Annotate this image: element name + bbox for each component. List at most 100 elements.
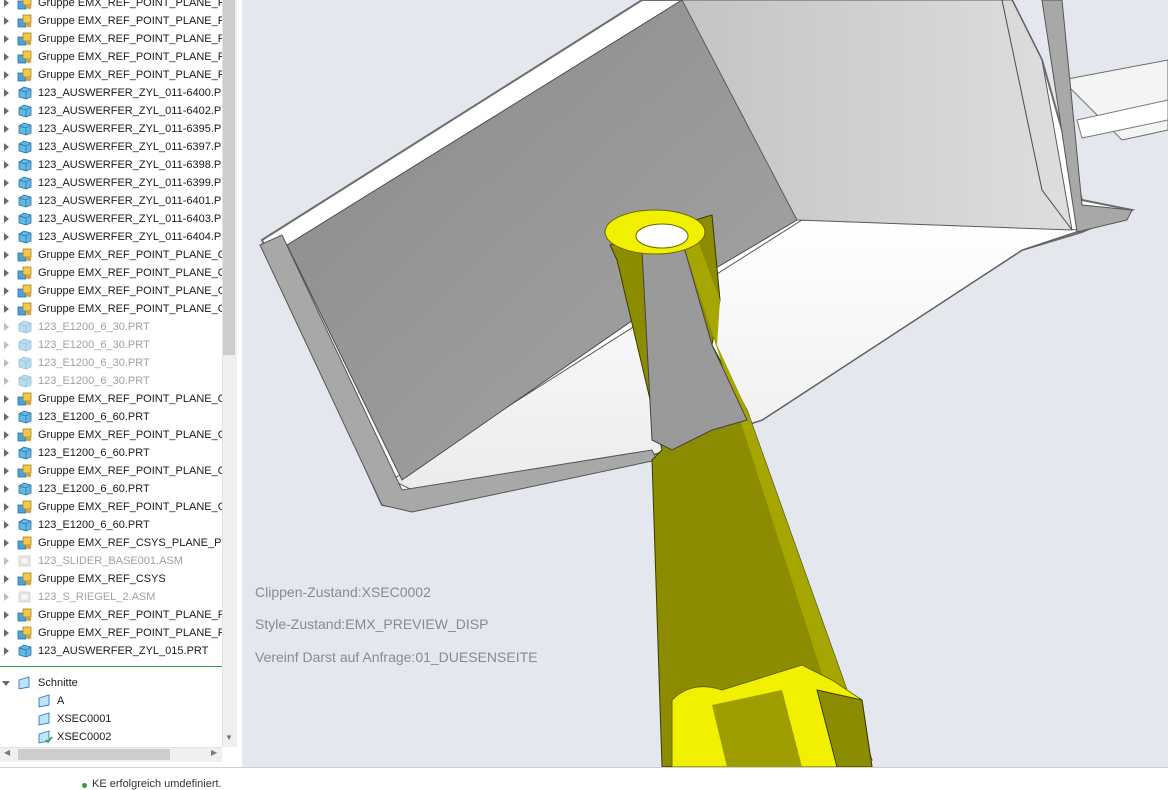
section-item[interactable]: XSEC0001	[0, 710, 222, 728]
expand-arrow-icon[interactable]	[4, 125, 9, 133]
expand-arrow-icon[interactable]	[4, 395, 9, 403]
expand-arrow-icon[interactable]	[4, 89, 9, 97]
tree-item[interactable]: Gruppe EMX_REF_POINT_PLANE_PLA	[0, 12, 222, 30]
tree-item[interactable]: 123_E1200_6_30.PRT	[0, 354, 222, 372]
tree-item[interactable]: Gruppe EMX_REF_POINT_PLANE_OF	[0, 264, 222, 282]
tree-item[interactable]: 123_AUSWERFER_ZYL_015.PRT	[0, 642, 222, 660]
tree-item-label: 123_AUSWERFER_ZYL_011-6401.PRT	[38, 195, 222, 207]
expand-arrow-icon[interactable]	[4, 251, 9, 259]
part-icon	[17, 482, 33, 496]
tree-item[interactable]: 123_AUSWERFER_ZYL_011-6395.PRT	[0, 120, 222, 138]
expand-arrow-icon[interactable]	[4, 575, 9, 583]
scroll-left-arrow-icon[interactable]: ◀	[4, 748, 10, 757]
tree-item[interactable]: 123_S_RIEGEL_2.ASM	[0, 588, 222, 606]
tree-item[interactable]: Gruppe EMX_REF_CSYS	[0, 570, 222, 588]
tree-item[interactable]: Gruppe EMX_REF_POINT_PLANE_PLA	[0, 66, 222, 84]
expand-arrow-icon[interactable]	[4, 629, 9, 637]
expand-arrow-icon[interactable]	[4, 647, 9, 655]
tree-item-label: Gruppe EMX_REF_POINT_PLANE_OF	[38, 267, 222, 279]
expand-arrow-icon[interactable]	[4, 197, 9, 205]
expand-arrow-icon[interactable]	[4, 503, 9, 511]
tree-item[interactable]: Gruppe EMX_REF_POINT_PLANE_PLA	[0, 0, 222, 12]
expand-arrow-icon[interactable]	[4, 557, 9, 565]
tree-item[interactable]: 123_AUSWERFER_ZYL_011-6404.PRT	[0, 228, 222, 246]
expand-arrow-icon[interactable]	[4, 53, 9, 61]
part-icon	[17, 86, 33, 100]
tree-item[interactable]: 123_AUSWERFER_ZYL_011-6399.PRT	[0, 174, 222, 192]
graphics-viewport[interactable]: Clippen-Zustand:XSEC0002 Style-Zustand:E…	[242, 0, 1168, 767]
expand-arrow-icon[interactable]	[4, 35, 9, 43]
expand-arrow-icon[interactable]	[4, 521, 9, 529]
tree-item[interactable]: 123_E1200_6_30.PRT	[0, 318, 222, 336]
expand-arrow-icon[interactable]	[4, 179, 9, 187]
expand-arrow-icon[interactable]	[4, 611, 9, 619]
expand-arrow-icon[interactable]	[4, 269, 9, 277]
tree-item[interactable]: 123_E1200_6_60.PRT	[0, 444, 222, 462]
expand-arrow-icon[interactable]	[4, 323, 9, 331]
expand-arrow-icon[interactable]	[4, 449, 9, 457]
scroll-right-arrow-icon[interactable]: ▶	[211, 748, 217, 757]
expand-arrow-icon[interactable]	[4, 305, 9, 313]
tree-item[interactable]: 123_E1200_6_30.PRT	[0, 372, 222, 390]
expand-arrow-icon[interactable]	[4, 377, 9, 385]
expand-arrow-icon[interactable]	[4, 467, 9, 475]
tree-item[interactable]: Gruppe EMX_REF_POINT_PLANE_OF	[0, 390, 222, 408]
scroll-down-arrow-icon[interactable]: ▼	[225, 733, 233, 742]
expand-arrow-icon[interactable]	[4, 161, 9, 169]
part-icon	[17, 446, 33, 460]
tree-item[interactable]: 123_AUSWERFER_ZYL_011-6402.PRT	[0, 102, 222, 120]
tree-item[interactable]: 123_E1200_6_30.PRT	[0, 336, 222, 354]
expand-arrow-icon[interactable]	[4, 539, 9, 547]
expand-arrow-icon[interactable]	[4, 485, 9, 493]
tree-item[interactable]: Gruppe EMX_REF_POINT_PLANE_OF	[0, 282, 222, 300]
tree-item[interactable]: Gruppe EMX_REF_POINT_PLANE_OF	[0, 246, 222, 264]
tree-item-label: Gruppe EMX_REF_POINT_PLANE_OF	[38, 285, 222, 297]
tree-horizontal-scroll-thumb[interactable]	[18, 749, 170, 760]
tree-item[interactable]: 123_E1200_6_60.PRT	[0, 516, 222, 534]
tree-item[interactable]: 123_AUSWERFER_ZYL_011-6398.PRT	[0, 156, 222, 174]
part-icon	[17, 194, 33, 208]
expand-arrow-icon[interactable]	[4, 143, 9, 151]
tree-item[interactable]: Gruppe EMX_REF_POINT_PLANE_OF	[0, 498, 222, 516]
tree-item[interactable]: 123_AUSWERFER_ZYL_011-6401.PRT	[0, 192, 222, 210]
expand-arrow-icon[interactable]	[4, 233, 9, 241]
part-icon	[17, 176, 33, 190]
collapse-arrow-icon[interactable]	[2, 681, 10, 686]
expand-arrow-icon[interactable]	[4, 107, 9, 115]
expand-arrow-icon[interactable]	[4, 431, 9, 439]
tree-item-sections[interactable]: Schnitte	[0, 674, 222, 692]
expand-arrow-icon[interactable]	[4, 341, 9, 349]
part-icon	[17, 518, 33, 532]
tree-item-label: 123_E1200_6_60.PRT	[38, 411, 150, 423]
tree-item[interactable]: Gruppe EMX_REF_POINT_PLANE_PLA	[0, 606, 222, 624]
tree-item[interactable]: 123_AUSWERFER_ZYL_011-6403.PRT	[0, 210, 222, 228]
expand-arrow-icon[interactable]	[4, 359, 9, 367]
tree-item-label: 123_AUSWERFER_ZYL_011-6403.PRT	[38, 213, 222, 225]
tree-item[interactable]: 123_AUSWERFER_ZYL_011-6397.PRT	[0, 138, 222, 156]
tree-item[interactable]: Gruppe EMX_REF_POINT_PLANE_OF	[0, 426, 222, 444]
part-icon	[17, 410, 33, 424]
section-item[interactable]: XSEC0002	[0, 728, 222, 746]
expand-arrow-icon[interactable]	[4, 0, 9, 7]
expand-arrow-icon[interactable]	[4, 593, 9, 601]
tree-item[interactable]: 123_E1200_6_60.PRT	[0, 408, 222, 426]
part-icon	[17, 338, 33, 352]
expand-arrow-icon[interactable]	[4, 287, 9, 295]
expand-arrow-icon[interactable]	[4, 413, 9, 421]
tree-item-label: Gruppe EMX_REF_POINT_PLANE_PLA	[38, 69, 222, 81]
tree-item[interactable]: 123_AUSWERFER_ZYL_011-6400.PRT	[0, 84, 222, 102]
expand-arrow-icon[interactable]	[4, 215, 9, 223]
tree-item[interactable]: Gruppe EMX_REF_POINT_PLANE_PLA	[0, 624, 222, 642]
expand-arrow-icon[interactable]	[4, 71, 9, 79]
tree-item[interactable]: 123_SLIDER_BASE001.ASM	[0, 552, 222, 570]
active-section-icon	[37, 730, 53, 744]
tree-item[interactable]: Gruppe EMX_REF_POINT_PLANE_PLA	[0, 30, 222, 48]
tree-item[interactable]: Gruppe EMX_REF_POINT_PLANE_OF	[0, 462, 222, 480]
tree-item[interactable]: Gruppe EMX_REF_POINT_PLANE_OF	[0, 300, 222, 318]
tree-item[interactable]: Gruppe EMX_REF_POINT_PLANE_PLA	[0, 48, 222, 66]
section-item[interactable]: A	[0, 692, 222, 710]
tree-item[interactable]: Gruppe EMX_REF_CSYS_PLANE_PLAN	[0, 534, 222, 552]
expand-arrow-icon[interactable]	[4, 17, 9, 25]
tree-vertical-scroll-thumb[interactable]	[223, 0, 235, 355]
tree-item[interactable]: 123_E1200_6_60.PRT	[0, 480, 222, 498]
